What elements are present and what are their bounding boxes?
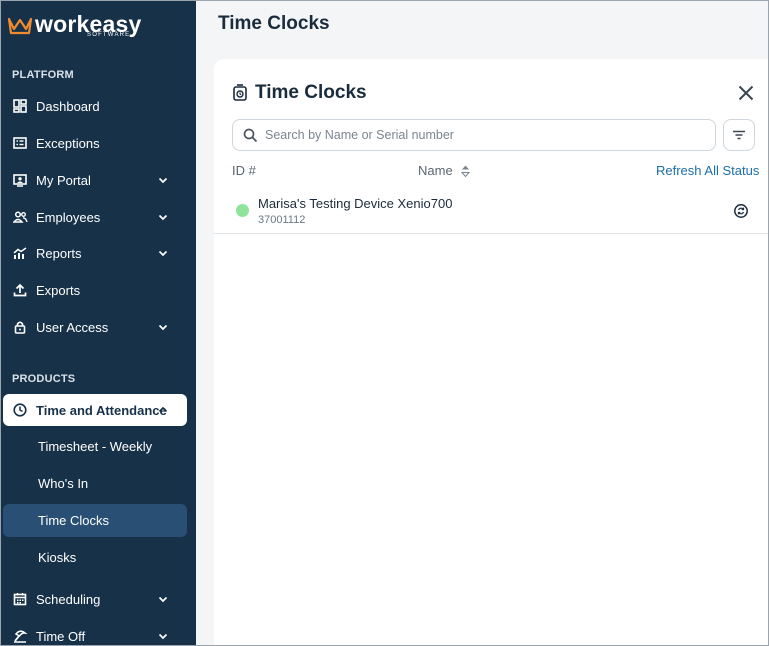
search-input[interactable] bbox=[265, 125, 705, 145]
refresh-all-status-link[interactable]: Refresh All Status bbox=[656, 163, 759, 178]
sidebar-subitem-whos-in[interactable]: Who's In bbox=[3, 467, 187, 500]
upload-icon bbox=[12, 282, 28, 298]
column-header-name[interactable]: Name bbox=[418, 163, 470, 178]
sidebar-subitem-time-clocks[interactable]: Time Clocks bbox=[3, 504, 187, 537]
reports-icon bbox=[12, 245, 28, 261]
status-online-indicator bbox=[236, 204, 249, 217]
sidebar-item-user-access[interactable]: User Access bbox=[3, 311, 187, 343]
platform-section-title: PLATFORM bbox=[12, 69, 74, 81]
search-box bbox=[232, 119, 716, 151]
time-clocks-panel: Time Clocks ID # Name Ref bbox=[214, 59, 769, 646]
sidebar-subitem-label: Who's In bbox=[38, 476, 89, 491]
sidebar-item-label: Dashboard bbox=[36, 98, 100, 114]
sidebar-subitem-kiosks[interactable]: Kiosks bbox=[3, 541, 187, 574]
calendar-icon bbox=[12, 591, 28, 607]
chevron-up-icon bbox=[158, 406, 168, 413]
sidebar-item-label: Employees bbox=[36, 209, 101, 225]
sidebar-item-time-and-attendance[interactable]: Time and Attendance bbox=[3, 394, 187, 426]
sidebar-item-scheduling[interactable]: Scheduling bbox=[3, 583, 187, 615]
sidebar-item-label: Scheduling bbox=[36, 591, 101, 607]
sidebar-item-my-portal[interactable]: My Portal bbox=[3, 164, 187, 196]
sidebar-subitem-label: Kiosks bbox=[38, 550, 77, 565]
sidebar-subitem-label: Timesheet - Weekly bbox=[38, 439, 153, 454]
sidebar: workeasy SOFTWARE PLATFORM Dashboard Exc… bbox=[0, 0, 196, 646]
time-clock-device-icon bbox=[233, 84, 247, 101]
sidebar-item-label: Exports bbox=[36, 282, 81, 298]
sidebar-item-exports[interactable]: Exports bbox=[3, 274, 187, 306]
chevron-down-icon bbox=[158, 324, 168, 331]
time-off-icon bbox=[12, 628, 28, 644]
sort-icon bbox=[460, 165, 470, 177]
chevron-down-icon bbox=[158, 177, 168, 184]
sidebar-item-label: User Access bbox=[36, 319, 109, 335]
chevron-down-icon bbox=[158, 250, 168, 257]
products-section-title: PRODUCTS bbox=[12, 373, 76, 385]
device-name: Marisa's Testing Device Xenio700 bbox=[258, 196, 453, 211]
exceptions-icon bbox=[12, 135, 28, 151]
chevron-down-icon bbox=[158, 633, 168, 640]
crown-logo-icon bbox=[7, 17, 33, 35]
refresh-status-icon[interactable] bbox=[733, 203, 749, 219]
column-header-name-label: Name bbox=[418, 163, 453, 178]
brand-sub: SOFTWARE bbox=[87, 32, 131, 38]
chevron-down-icon bbox=[158, 214, 168, 221]
sidebar-item-time-off[interactable]: Time Off bbox=[3, 620, 187, 646]
sidebar-subitem-timesheet-weekly[interactable]: Timesheet - Weekly bbox=[3, 430, 187, 463]
sidebar-item-label: Exceptions bbox=[36, 135, 100, 151]
table-row[interactable]: Marisa's Testing Device Xenio700 3700111… bbox=[214, 187, 769, 234]
sidebar-item-employees[interactable]: Employees bbox=[3, 201, 187, 233]
filter-button[interactable] bbox=[723, 119, 755, 151]
workeasy-logo[interactable]: workeasy SOFTWARE bbox=[7, 10, 167, 42]
sidebar-subitem-label: Time Clocks bbox=[38, 513, 110, 528]
dashboard-icon bbox=[12, 98, 28, 114]
sidebar-item-label: Time Off bbox=[36, 628, 86, 644]
sidebar-item-label: Reports bbox=[36, 245, 82, 261]
portal-icon bbox=[12, 172, 28, 188]
column-header-id: ID # bbox=[232, 163, 256, 178]
device-serial: 37001112 bbox=[258, 214, 306, 226]
close-icon[interactable] bbox=[737, 84, 755, 102]
sidebar-item-label: My Portal bbox=[36, 172, 91, 188]
sidebar-item-dashboard[interactable]: Dashboard bbox=[3, 90, 187, 122]
lock-icon bbox=[12, 319, 28, 335]
page-title: Time Clocks bbox=[218, 13, 330, 34]
clock-icon bbox=[12, 402, 28, 418]
sidebar-item-reports[interactable]: Reports bbox=[3, 237, 187, 269]
main-content: Time Clocks Time Clocks ID # bbox=[196, 0, 769, 646]
search-icon bbox=[243, 128, 258, 143]
employees-icon bbox=[12, 209, 28, 225]
sidebar-item-exceptions[interactable]: Exceptions bbox=[3, 127, 187, 159]
filter-icon bbox=[733, 130, 745, 140]
chevron-down-icon bbox=[158, 596, 168, 603]
panel-title: Time Clocks bbox=[255, 82, 367, 103]
sidebar-item-label: Time and Attendance bbox=[36, 402, 167, 418]
